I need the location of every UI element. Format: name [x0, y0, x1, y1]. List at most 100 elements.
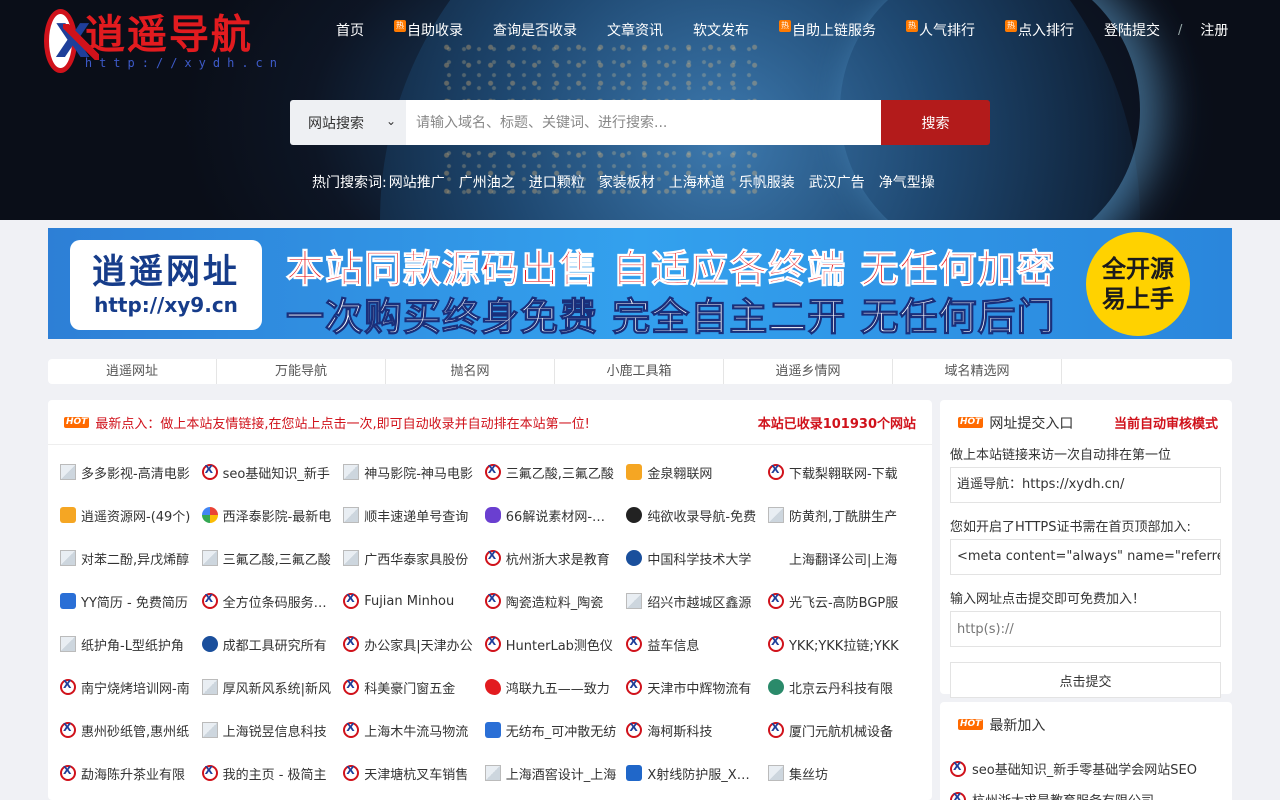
site-link[interactable]: 多多影视-高清电影	[60, 461, 202, 483]
site-link[interactable]: 办公家具|天津办公	[343, 633, 485, 655]
friend-link[interactable]: 逍遥乡情网	[724, 359, 893, 384]
site-link[interactable]: 上海酒窖设计_上海	[484, 762, 627, 784]
nav-item[interactable]: 热自助收录	[394, 20, 463, 40]
xydh-logo-icon	[950, 760, 966, 777]
latest-added-panel: HOT 最新加入 seo基础知识_新手零基础学会网站SEO 杭州浙大求是教育服务有…	[940, 702, 1232, 800]
site-link[interactable]: 杭州浙大求是教育服务有限公司	[950, 790, 1222, 800]
site-link[interactable]: 南宁烧烤培训网-南	[60, 676, 202, 698]
site-link[interactable]: 下载梨翱联网-下载	[767, 461, 910, 483]
nav-item[interactable]: 软文发布	[693, 20, 749, 40]
site-link[interactable]: 厦门元航机械设备	[767, 719, 910, 741]
site-link[interactable]: 鸿联九五——致力	[484, 676, 627, 698]
image-placeholder-icon	[60, 550, 76, 566]
nav-item[interactable]: 热点入排行	[1005, 20, 1074, 40]
friend-link[interactable]: 域名精选网	[893, 359, 1062, 384]
site-name: 神马影院-神马电影	[364, 466, 473, 482]
site-link[interactable]: YY简历 - 免费简历	[60, 590, 202, 612]
hot-search-word[interactable]: 家装板材	[599, 172, 655, 192]
site-link[interactable]: 我的主页 - 极简主	[201, 762, 344, 784]
site-link[interactable]: X射线防护服_X射线	[626, 762, 768, 784]
xydh-logo-icon	[201, 592, 218, 609]
site-link[interactable]: 科美豪门窗五金	[343, 676, 485, 698]
site-link[interactable]: 勐海陈升茶业有限	[60, 762, 202, 784]
hot-search-word[interactable]: 网站推广	[389, 172, 445, 192]
site-link[interactable]: 上海木牛流马物流	[343, 719, 485, 741]
site-link[interactable]: YKK;YKK拉链;YKK	[767, 633, 910, 655]
site-link[interactable]: 天津市中辉物流有	[626, 676, 768, 698]
site-link[interactable]: 纯欲收录导航-免费	[626, 504, 768, 526]
nav-separator: /	[1178, 22, 1183, 38]
submit-button[interactable]: 点击提交	[950, 662, 1221, 698]
site-link[interactable]: 海柯斯科技	[626, 719, 768, 741]
site-link[interactable]: 防黄剂,丁酰肼生产	[767, 504, 910, 526]
register-link[interactable]: 注册	[1200, 20, 1228, 40]
hot-search-word[interactable]: 净气型操	[879, 172, 935, 192]
search-input[interactable]	[406, 100, 881, 145]
site-link[interactable]: 金泉翱联网	[626, 461, 768, 483]
site-link[interactable]: 全方位条码服务平台	[201, 590, 344, 612]
site-link[interactable]: 北京云丹科技有限	[767, 676, 910, 698]
login-link[interactable]: 登陆提交	[1104, 20, 1160, 40]
nav-item[interactable]: 热人气排行	[906, 20, 975, 40]
site-link[interactable]: 对苯二酚,异戊烯醇	[60, 547, 202, 569]
site-link[interactable]: 光飞云-高防BGP服	[767, 590, 910, 612]
logo-x-icon: X	[44, 9, 99, 73]
site-link[interactable]: 逍遥资源网-(49个)	[60, 504, 202, 526]
site-link[interactable]: 纸护角-L型纸护角	[60, 633, 202, 655]
site-name: 杭州浙大求是教育服务有限公司	[972, 790, 1154, 800]
site-link[interactable]: seo基础知识_新手	[201, 461, 344, 483]
site-link[interactable]: 上海翻译公司|上海	[768, 547, 910, 569]
site-link[interactable]: 顺丰速递单号查询	[343, 504, 485, 526]
site-logo[interactable]: X 逍遥导航 http://xydh.cn	[44, 6, 284, 76]
site-link[interactable]: 厚风新风系统|新风	[201, 676, 344, 698]
site-link[interactable]: 成都工具研究所有	[201, 633, 344, 655]
site-link[interactable]: 杭州浙大求是教育	[484, 547, 627, 569]
site-link[interactable]: 集丝坊	[767, 762, 910, 784]
site-link[interactable]: 三氟乙酸,三氟乙酸	[484, 461, 627, 483]
site-link[interactable]: 中国科学技术大学	[626, 547, 768, 569]
xydh-logo-icon	[767, 721, 784, 738]
xydh-logo-icon	[484, 463, 501, 480]
site-link[interactable]: 上海锐昱信息科技	[201, 719, 344, 741]
site-link-code[interactable]: 逍遥导航：https://xydh.cn/	[950, 467, 1221, 503]
xydh-logo-icon	[626, 721, 643, 738]
referrer-meta-code[interactable]: <meta content="always" name="referrer">	[950, 539, 1221, 575]
site-name: YY简历 - 免费简历	[81, 595, 188, 611]
search-type-select[interactable]: 网站搜索 ⌄	[290, 100, 406, 145]
nav-item[interactable]: 热自助上链服务	[779, 20, 876, 40]
site-link[interactable]: 三氟乙酸,三氟乙酸	[201, 547, 344, 569]
nav-item[interactable]: 文章资讯	[607, 20, 663, 40]
xydh-logo-icon	[343, 592, 360, 609]
hot-search-word[interactable]: 广州油之	[459, 172, 515, 192]
promo-banner[interactable]: 逍遥网址 http://xy9.cn 本站同款源码出售 自适应各终端 无任何加密…	[48, 228, 1232, 339]
hot-search-word[interactable]: 乐帆服装	[739, 172, 795, 192]
hot-search-word[interactable]: 上海林道	[669, 172, 725, 192]
yellow-logo-icon	[626, 464, 643, 480]
friend-link[interactable]: 小鹿工具箱	[555, 359, 724, 384]
site-link[interactable]: 绍兴市越城区鑫源	[626, 590, 768, 612]
friend-link[interactable]: 逍遥网址	[48, 359, 217, 384]
site-link[interactable]: Fujian Minhou	[343, 590, 485, 612]
nav-item[interactable]: 查询是否收录	[493, 20, 577, 40]
site-link[interactable]: 益车信息	[626, 633, 768, 655]
search-button[interactable]: 搜索	[881, 100, 990, 145]
site-link[interactable]: 无纺布_可冲散无纺	[484, 719, 627, 741]
site-link[interactable]: 惠州砂纸管,惠州纸	[60, 719, 202, 741]
site-link[interactable]: HunterLab测色仪	[484, 633, 627, 655]
site-link[interactable]: 陶瓷造粒料_陶瓷	[484, 590, 627, 612]
site-link[interactable]: 广西华泰家具股份	[343, 547, 485, 569]
url-input[interactable]	[950, 611, 1221, 647]
hot-search-word[interactable]: 武汉广告	[809, 172, 865, 192]
xydh-logo-icon	[484, 549, 501, 566]
friend-link[interactable]: 万能导航	[217, 359, 386, 384]
site-link[interactable]: seo基础知识_新手零基础学会网站SEO	[950, 759, 1222, 778]
friend-link[interactable]: 抛名网	[386, 359, 555, 384]
hot-search-word[interactable]: 进口颗粒	[529, 172, 585, 192]
banner-line-2: 一次购买终身免费 完全自主二开 无任何后门	[285, 295, 1056, 340]
nav-item[interactable]: 首页	[336, 20, 364, 40]
chevron-down-icon: ⌄	[385, 114, 396, 128]
site-link[interactable]: 天津塘杭叉车销售	[343, 762, 485, 784]
site-link[interactable]: 66解说素材网-影视	[484, 504, 627, 526]
site-link[interactable]: 西泽泰影院-最新电	[201, 504, 344, 526]
site-link[interactable]: 神马影院-神马电影	[343, 461, 485, 483]
